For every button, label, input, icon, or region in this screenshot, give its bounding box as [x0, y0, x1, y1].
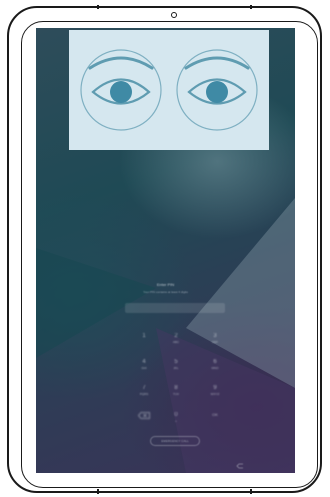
- frame-seam-bottom-left: [97, 489, 99, 494]
- key-8[interactable]: 8 TUV: [166, 384, 186, 396]
- key-letters: TUV: [173, 392, 179, 396]
- key-number: OK: [212, 412, 218, 417]
- key-1[interactable]: 1: [134, 332, 154, 344]
- key-6[interactable]: 6 MNO: [205, 358, 225, 370]
- key-7[interactable]: 7 PQRS: [134, 384, 154, 396]
- key-number: 5: [174, 359, 178, 365]
- frame-seam-bottom-right: [250, 489, 252, 494]
- back-icon[interactable]: [236, 463, 244, 469]
- frame-seam-top-left: [97, 5, 99, 9]
- key-number: 8: [174, 385, 178, 391]
- key-2[interactable]: 2 ABC: [166, 332, 186, 344]
- key-number: 3: [213, 333, 217, 339]
- key-letters: MNO: [211, 366, 219, 370]
- lock-screen: Enter PIN Your PIN contains at least 4 d…: [36, 28, 295, 473]
- key-number: 7: [142, 385, 146, 391]
- key-9[interactable]: 9 WXYZ: [205, 384, 225, 396]
- lock-subtitle: Your PIN contains at least 4 digits: [143, 290, 188, 294]
- front-camera-icon: [171, 12, 177, 18]
- lock-title: Enter PIN: [156, 282, 175, 287]
- pin-input[interactable]: [125, 303, 225, 313]
- key-4[interactable]: 4 GHI: [134, 358, 154, 370]
- key-letters: WXYZ: [210, 392, 220, 396]
- key-letters: GHI: [141, 366, 147, 370]
- frame-seam-top-right: [250, 5, 252, 9]
- key-letters: DEF: [212, 340, 218, 344]
- key-number: 2: [174, 333, 178, 339]
- key-letters: +: [175, 419, 177, 423]
- backspace-icon: [137, 412, 150, 419]
- key-number: 4: [142, 359, 146, 365]
- delete-key[interactable]: [134, 411, 154, 423]
- key-number: 6: [213, 359, 217, 365]
- key-3[interactable]: 3 DEF: [205, 332, 225, 344]
- key-letters: ABC: [172, 340, 180, 344]
- key-letters: PQRS: [139, 392, 149, 396]
- emergency-call-button[interactable]: EMERGENCY CALL: [150, 436, 200, 446]
- key-number: 1: [142, 333, 146, 339]
- ok-key[interactable]: OK: [205, 411, 225, 423]
- key-number: 9: [213, 385, 217, 391]
- key-letters: JKL: [173, 366, 179, 370]
- key-5[interactable]: 5 JKL: [166, 358, 186, 370]
- key-0[interactable]: 0 +: [166, 411, 186, 423]
- key-number: 0: [174, 412, 178, 418]
